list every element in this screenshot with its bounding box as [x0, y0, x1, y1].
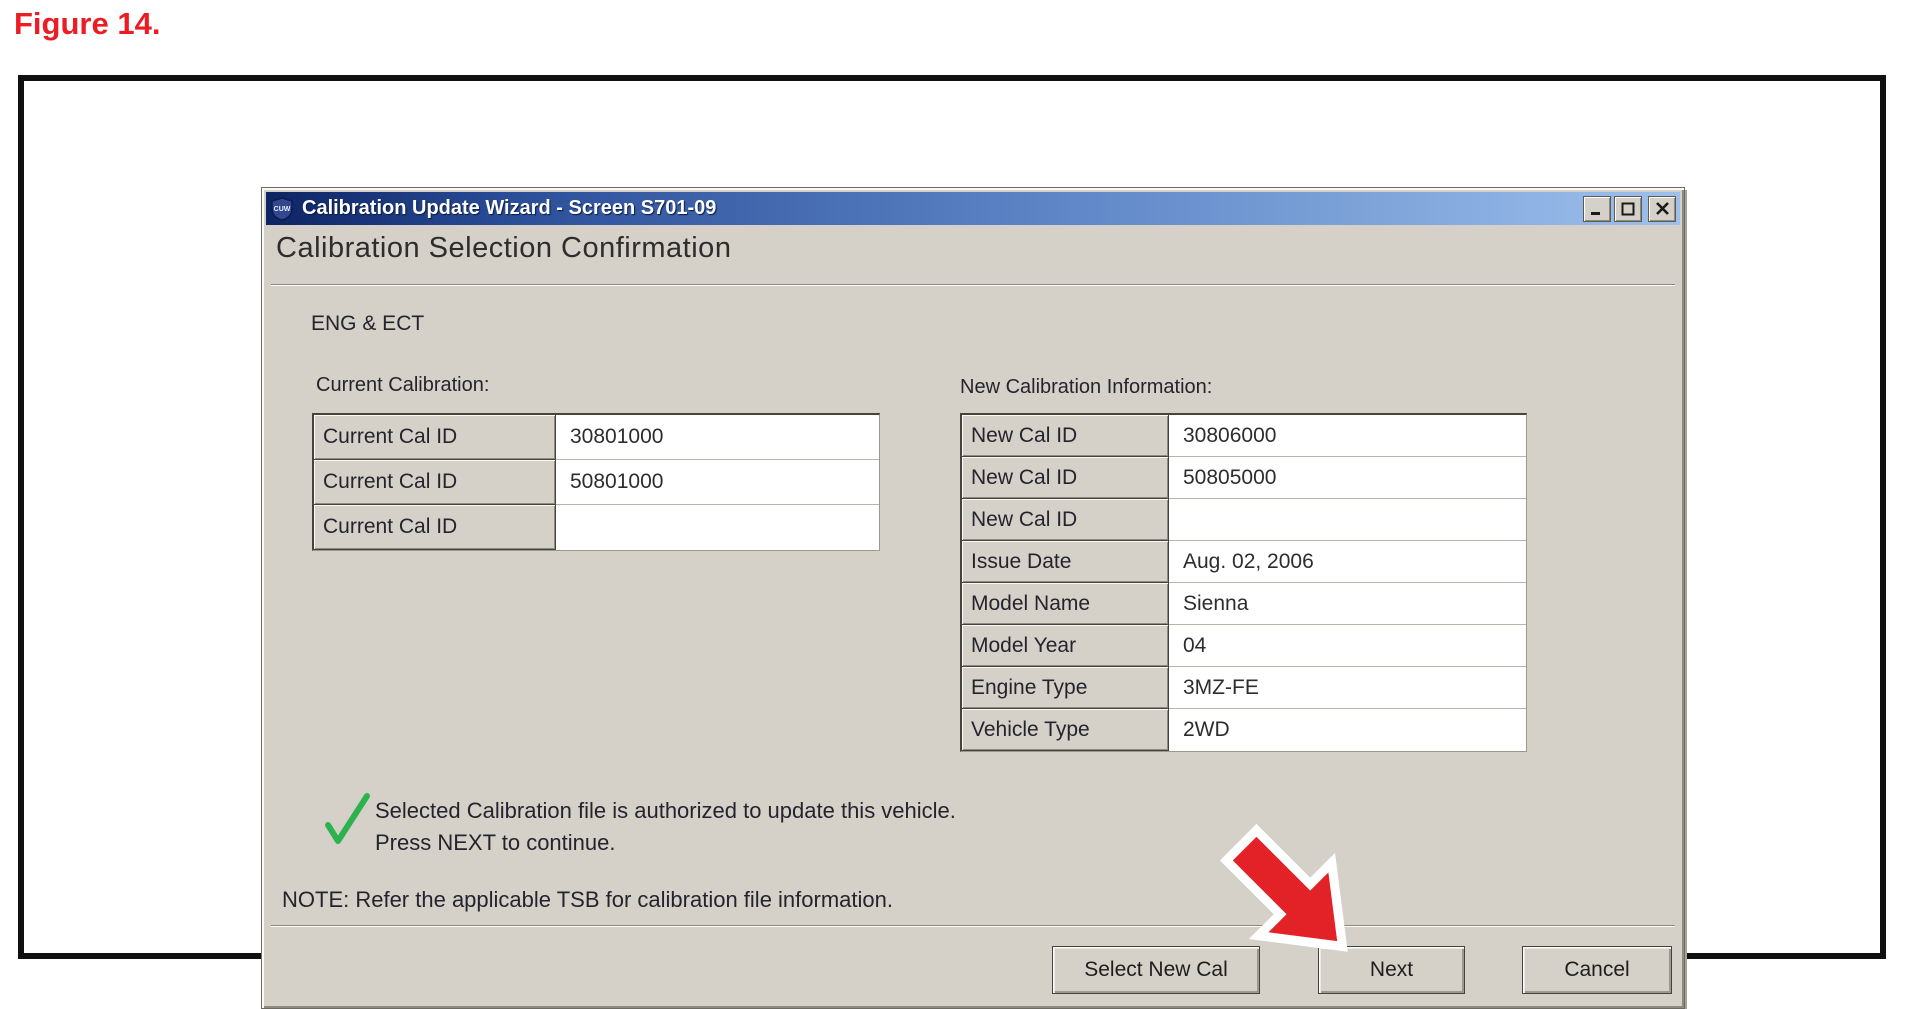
- row-label: Issue Date: [961, 541, 1169, 583]
- row-label: Current Cal ID: [313, 505, 556, 550]
- figure-caption: Figure 14.: [14, 6, 160, 42]
- note-text: NOTE: Refer the applicable TSB for calib…: [282, 887, 893, 913]
- row-value: [1169, 499, 1526, 541]
- table-row: New Cal ID 30806000: [961, 415, 1526, 457]
- table-row: Current Cal ID 30801000: [313, 415, 879, 460]
- page-title: Calibration Selection Confirmation: [276, 232, 731, 265]
- green-check-icon: [322, 791, 372, 847]
- table-row: Model Year 04: [961, 625, 1526, 667]
- minimize-icon: [1590, 202, 1604, 216]
- status-line-1: Selected Calibration file is authorized …: [375, 795, 956, 827]
- row-label: Model Year: [961, 625, 1169, 667]
- minimize-button[interactable]: [1583, 196, 1611, 222]
- row-value: 30806000: [1169, 415, 1526, 457]
- row-label: New Cal ID: [961, 414, 1169, 457]
- new-calibration-label: New Calibration Information:: [960, 376, 1212, 399]
- heading-divider: [271, 284, 1675, 286]
- maximize-button[interactable]: [1614, 196, 1642, 222]
- row-value: Sienna: [1169, 583, 1526, 625]
- row-value: 30801000: [556, 415, 879, 460]
- row-label: Vehicle Type: [961, 709, 1169, 751]
- new-calibration-table: New Cal ID 30806000 New Cal ID 50805000 …: [960, 413, 1527, 752]
- svg-text:CUW: CUW: [274, 206, 291, 213]
- maximize-icon: [1621, 202, 1635, 216]
- row-label: Current Cal ID: [313, 414, 556, 460]
- row-label: Engine Type: [961, 667, 1169, 709]
- row-label: Current Cal ID: [313, 460, 556, 505]
- title-bar[interactable]: CUW Calibration Update Wizard - Screen S…: [266, 192, 1680, 225]
- row-label: Model Name: [961, 583, 1169, 625]
- table-row: New Cal ID 50805000: [961, 457, 1526, 499]
- table-row: Current Cal ID: [313, 505, 879, 550]
- table-row: Engine Type 3MZ-FE: [961, 667, 1526, 709]
- table-row: Current Cal ID 50801000: [313, 460, 879, 505]
- status-message: Selected Calibration file is authorized …: [375, 795, 956, 859]
- calibration-update-wizard-window: CUW Calibration Update Wizard - Screen S…: [261, 187, 1685, 1009]
- close-button[interactable]: [1648, 196, 1676, 222]
- row-value: 50801000: [556, 460, 879, 505]
- window-title: Calibration Update Wizard - Screen S701-…: [302, 197, 1580, 220]
- status-line-2: Press NEXT to continue.: [375, 827, 956, 859]
- figure-frame: CUW Calibration Update Wizard - Screen S…: [18, 75, 1886, 959]
- footer-divider: [271, 925, 1675, 927]
- row-value: 2WD: [1169, 709, 1526, 751]
- table-row: New Cal ID: [961, 499, 1526, 541]
- table-row: Vehicle Type 2WD: [961, 709, 1526, 751]
- row-value: 50805000: [1169, 457, 1526, 499]
- row-label: New Cal ID: [961, 499, 1169, 541]
- close-icon: [1655, 201, 1670, 216]
- table-row: Model Name Sienna: [961, 583, 1526, 625]
- system-label: ENG & ECT: [311, 312, 424, 336]
- table-row: Issue Date Aug. 02, 2006: [961, 541, 1526, 583]
- row-value: 04: [1169, 625, 1526, 667]
- current-calibration-table: Current Cal ID 30801000 Current Cal ID 5…: [312, 413, 880, 551]
- cuw-shield-icon: CUW: [270, 197, 294, 221]
- row-value: 3MZ-FE: [1169, 667, 1526, 709]
- row-value: Aug. 02, 2006: [1169, 541, 1526, 583]
- row-label: New Cal ID: [961, 457, 1169, 499]
- current-calibration-label: Current Calibration:: [316, 374, 489, 397]
- row-value: [556, 505, 879, 550]
